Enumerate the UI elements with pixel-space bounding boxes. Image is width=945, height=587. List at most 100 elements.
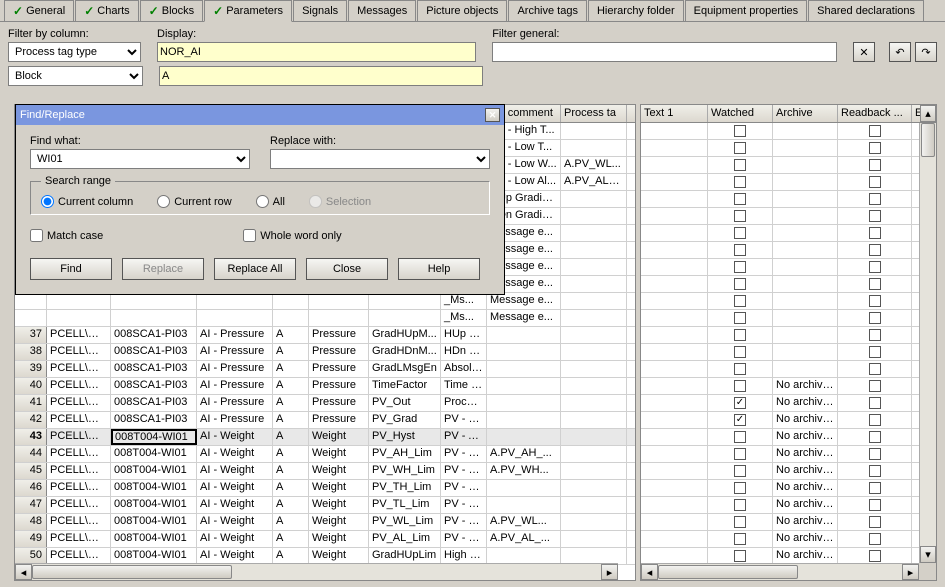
filter-column-select-2[interactable]: Block — [8, 66, 143, 86]
readback-checkbox[interactable] — [869, 312, 881, 324]
scroll-left-icon[interactable]: ◂ — [15, 564, 32, 580]
column-header[interactable]: Readback ... — [838, 105, 912, 122]
radio-current-row[interactable]: Current row — [157, 195, 231, 208]
tab-archive-tags[interactable]: Archive tags — [508, 0, 587, 21]
table-row[interactable]: 41PCELL\GL...008SCA1-PI03AI - PressureAP… — [15, 395, 635, 412]
filter-column-select-1[interactable]: Process tag type — [8, 42, 141, 62]
table-row[interactable] — [641, 225, 936, 242]
table-row[interactable]: 43PCELL\GL...008T004-WI01AI - WeightAWei… — [15, 429, 635, 446]
readback-checkbox[interactable] — [869, 125, 881, 137]
readback-checkbox[interactable] — [869, 244, 881, 256]
watched-checkbox[interactable] — [734, 125, 746, 137]
table-row[interactable]: No archiving — [641, 463, 936, 480]
tab-general[interactable]: ✓General — [4, 0, 74, 21]
readback-checkbox[interactable] — [869, 193, 881, 205]
table-row[interactable]: No archiving — [641, 429, 936, 446]
readback-checkbox[interactable] — [869, 142, 881, 154]
filter-general-input[interactable] — [492, 42, 837, 62]
radio-all[interactable]: All — [256, 195, 285, 208]
scroll-left-icon[interactable]: ◂ — [641, 564, 658, 580]
watched-checkbox[interactable] — [734, 346, 746, 358]
watched-checkbox[interactable] — [734, 210, 746, 222]
watched-checkbox[interactable] — [734, 244, 746, 256]
watched-checkbox[interactable]: ✓ — [734, 397, 746, 409]
table-row[interactable]: 44PCELL\GL...008T004-WI01AI - WeightAWei… — [15, 446, 635, 463]
table-row[interactable]: ✓No archiving — [641, 412, 936, 429]
table-row[interactable]: No archiving — [641, 378, 936, 395]
scroll-up-icon[interactable]: ▴ — [920, 105, 936, 122]
table-row[interactable] — [641, 361, 936, 378]
tab-messages[interactable]: Messages — [348, 0, 416, 21]
table-row[interactable]: 42PCELL\GL...008SCA1-PI03AI - PressureAP… — [15, 412, 635, 429]
watched-checkbox[interactable] — [734, 499, 746, 511]
watched-checkbox[interactable] — [734, 295, 746, 307]
dialog-titlebar[interactable]: Find/Replace ✕ — [16, 105, 504, 125]
table-row[interactable]: 37PCELL\GL...008SCA1-PI03AI - PressureAP… — [15, 327, 635, 344]
readback-checkbox[interactable] — [869, 550, 881, 562]
watched-checkbox[interactable] — [734, 380, 746, 392]
table-row[interactable]: No archiving — [641, 480, 936, 497]
table-row[interactable]: No archiving — [641, 497, 936, 514]
radio-current-column[interactable]: Current column — [41, 195, 133, 208]
watched-checkbox[interactable] — [734, 176, 746, 188]
tab-charts[interactable]: ✓Charts — [75, 0, 138, 21]
undo-icon[interactable]: ↶ — [889, 42, 911, 62]
table-row[interactable]: 46PCELL\GL...008T004-WI01AI - WeightAWei… — [15, 480, 635, 497]
watched-checkbox[interactable] — [734, 533, 746, 545]
readback-checkbox[interactable] — [869, 329, 881, 341]
replace-with-input[interactable] — [270, 149, 490, 169]
column-header[interactable]: Watched — [708, 105, 773, 122]
watched-checkbox[interactable] — [734, 465, 746, 477]
readback-checkbox[interactable] — [869, 380, 881, 392]
watched-checkbox[interactable] — [734, 363, 746, 375]
column-header[interactable]: Process ta — [561, 105, 627, 122]
table-row[interactable]: 47PCELL\GL...008T004-WI01AI - WeightAWei… — [15, 497, 635, 514]
watched-checkbox[interactable] — [734, 482, 746, 494]
readback-checkbox[interactable] — [869, 227, 881, 239]
filter-display-input-1[interactable] — [157, 42, 476, 62]
find-what-input[interactable]: WI01 — [30, 149, 250, 169]
column-header[interactable]: Archive — [773, 105, 838, 122]
table-row[interactable]: 48PCELL\GL...008T004-WI01AI - WeightAWei… — [15, 514, 635, 531]
watched-checkbox[interactable] — [734, 278, 746, 290]
watched-checkbox[interactable] — [734, 329, 746, 341]
table-row[interactable]: ✓No archiving — [641, 395, 936, 412]
table-row[interactable]: No archiving — [641, 514, 936, 531]
tab-hierarchy-folder[interactable]: Hierarchy folder — [588, 0, 684, 21]
scroll-right-icon[interactable]: ▸ — [601, 564, 618, 580]
close-icon[interactable]: ✕ — [485, 108, 500, 122]
table-row[interactable] — [641, 174, 936, 191]
redo-icon[interactable]: ↷ — [915, 42, 937, 62]
readback-checkbox[interactable] — [869, 431, 881, 443]
readback-checkbox[interactable] — [869, 482, 881, 494]
watched-checkbox[interactable] — [734, 159, 746, 171]
readback-checkbox[interactable] — [869, 261, 881, 273]
tab-equipment-properties[interactable]: Equipment properties — [685, 0, 808, 21]
filter-clear-icon[interactable]: ✕ — [853, 42, 875, 62]
readback-checkbox[interactable] — [869, 448, 881, 460]
watched-checkbox[interactable] — [734, 227, 746, 239]
table-row[interactable] — [641, 293, 936, 310]
column-header[interactable]: Text 1 — [641, 105, 708, 122]
table-row[interactable] — [641, 157, 936, 174]
readback-checkbox[interactable] — [869, 533, 881, 545]
table-row[interactable] — [641, 259, 936, 276]
find-button[interactable]: Find — [30, 258, 112, 280]
readback-checkbox[interactable] — [869, 499, 881, 511]
table-row[interactable]: 49PCELL\GL...008T004-WI01AI - WeightAWei… — [15, 531, 635, 548]
filter-display-input-2[interactable] — [159, 66, 483, 86]
table-row[interactable]: 40PCELL\GL...008SCA1-PI03AI - PressureAP… — [15, 378, 635, 395]
tab-parameters[interactable]: ✓Parameters — [204, 0, 292, 22]
watched-checkbox[interactable] — [734, 261, 746, 273]
scrollbar-horizontal-right[interactable]: ◂ ▸ — [641, 563, 919, 580]
tab-picture-objects[interactable]: Picture objects — [417, 0, 507, 21]
readback-checkbox[interactable] — [869, 363, 881, 375]
watched-checkbox[interactable] — [734, 516, 746, 528]
parameters-table-right[interactable]: Text 1WatchedArchiveReadback ...E No arc… — [640, 104, 937, 581]
table-row[interactable]: _Ms...Message e... — [15, 293, 635, 310]
watched-checkbox[interactable]: ✓ — [734, 414, 746, 426]
table-row[interactable] — [641, 276, 936, 293]
table-row[interactable] — [641, 327, 936, 344]
table-row[interactable] — [641, 123, 936, 140]
readback-checkbox[interactable] — [869, 346, 881, 358]
